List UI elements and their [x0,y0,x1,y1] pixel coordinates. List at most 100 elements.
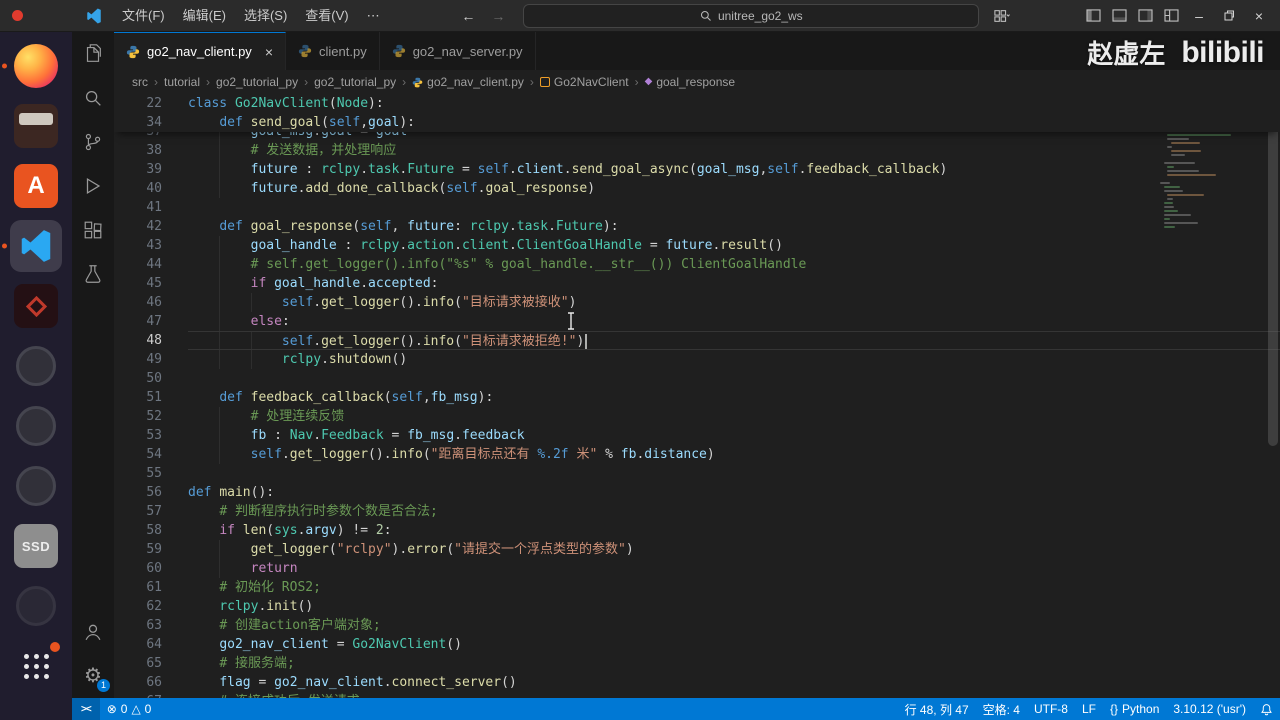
dock-item-app7[interactable] [10,400,62,452]
code-line[interactable]: 39 future : rclpy.task.Future = self.cli… [114,160,1280,179]
code-line[interactable]: 47 else: [114,312,1280,331]
eol-indicator[interactable]: LF [1075,698,1103,720]
dock-item-app2[interactable] [10,100,62,152]
menu-more[interactable]: ⋯ [358,5,389,27]
dock-item-app5[interactable] [10,280,62,332]
run-debug-icon[interactable] [72,164,114,208]
close-button[interactable]: × [1244,0,1274,32]
code-line[interactable]: 52 # 处理连续反馈 [114,407,1280,426]
ubuntu-software-icon: A [14,164,58,208]
breadcrumb-pkg2[interactable]: go2_tutorial_py [314,75,396,89]
close-tab-icon[interactable]: × [265,44,273,60]
breadcrumb-method[interactable]: ◆ goal_response [645,75,735,89]
dock-item-software-center[interactable]: A [10,160,62,212]
code-line[interactable]: 58 if len(sys.argv) != 2: [114,521,1280,540]
code-line[interactable]: 64 go2_nav_client = Go2NavClient() [114,635,1280,654]
tab-go2-nav-client[interactable]: go2_nav_client.py × [114,32,286,70]
test-beaker-icon[interactable] [72,252,114,296]
code-line[interactable]: 54 self.get_logger().info("距离目标点还有 %.2f … [114,445,1280,464]
code-line[interactable]: 44 # self.get_logger().info("%s" % goal_… [114,255,1280,274]
breadcrumb-file[interactable]: go2_nav_client.py [412,75,524,89]
code-line[interactable]: 53 fb : Nav.Feedback = fb_msg.feedback [114,426,1280,445]
toggle-primary-sidebar-icon[interactable] [1080,5,1106,27]
code-line[interactable]: 55 [114,464,1280,483]
minimize-button[interactable]: – [1184,0,1214,32]
encoding-indicator[interactable]: UTF-8 [1027,698,1075,720]
code-line[interactable]: 43 goal_handle : rclpy.action.client.Cli… [114,236,1280,255]
account-icon[interactable] [72,610,114,654]
menu-view[interactable]: 查看(V) [296,5,357,27]
language-mode[interactable]: {} Python [1103,698,1166,720]
code-line[interactable]: 50 [114,369,1280,388]
recording-indicator-dot [12,10,23,21]
braces-icon: {} [1110,702,1119,716]
code-line[interactable]: 41 [114,198,1280,217]
menu-edit[interactable]: 编辑(E) [174,5,235,27]
code-line[interactable]: 40 future.add_done_callback(self.goal_re… [114,179,1280,198]
remote-indicator[interactable]: >< [72,698,100,720]
source-control-icon[interactable] [72,120,114,164]
grid-dropdown-icon[interactable] [989,5,1015,27]
code-line[interactable]: 51 def feedback_callback(self,fb_msg): [114,388,1280,407]
dock-item-firefox[interactable] [2,40,62,92]
back-button[interactable]: ← [453,8,483,24]
tab-go2-nav-server[interactable]: go2_nav_server.py [379,32,536,70]
code-line[interactable]: 56 def main(): [114,483,1280,502]
code-editor[interactable]: 37 goal_msg.goal = goal38 # 发送数据，并处理响应39… [114,94,1280,698]
code-line[interactable]: 63 # 创建action客户端对象; [114,616,1280,635]
dock-item-app10[interactable] [10,580,62,632]
toggle-secondary-sidebar-icon[interactable] [1132,5,1158,27]
dock-item-app6[interactable] [10,340,62,392]
code-line[interactable]: 65 # 接服务端; [114,654,1280,673]
breadcrumb-src[interactable]: src [132,75,148,89]
menu-selection[interactable]: 选择(S) [235,5,296,27]
dock-item-app-grid[interactable] [10,640,62,692]
settings-gear-icon[interactable]: ⚙ 1 [72,654,114,698]
code-line[interactable]: 22 class Go2NavClient(Node): [114,94,1280,113]
toggle-panel-icon[interactable] [1106,5,1132,27]
ssd-drive-icon: SSD [14,524,58,568]
code-line[interactable]: 59 get_logger("rclpy").error("请提交一个浮点类型的… [114,540,1280,559]
breadcrumb-class[interactable]: Go2NavClient [539,75,629,89]
dock-item-ssd-drive[interactable]: SSD [10,520,62,572]
problems-indicator[interactable]: ⊗ 0 △ 0 [100,698,159,720]
command-center-search[interactable]: unitree_go2_ws [523,3,980,28]
code-line[interactable]: 46 self.get_logger().info("目标请求被接收") [114,293,1280,312]
code-line[interactable]: 49 rclpy.shutdown() [114,350,1280,369]
menu-file[interactable]: 文件(F) [113,5,174,27]
indentation-indicator[interactable]: 空格: 4 [976,698,1027,720]
stream-watermark: 赵虚左 bilibili [1087,34,1264,71]
code-lines[interactable]: 37 goal_msg.goal = goal38 # 发送数据，并处理响应39… [114,94,1280,698]
notifications-bell[interactable] [1253,698,1280,720]
cursor-position[interactable]: 行 48, 列 47 [898,698,976,720]
search-icon[interactable] [72,76,114,120]
code-line[interactable]: 61 # 初始化 ROS2; [114,578,1280,597]
vertical-scrollbar[interactable] [1268,98,1278,446]
restore-button[interactable] [1214,0,1244,32]
breadcrumb-tutorial[interactable]: tutorial [164,75,200,89]
code-line[interactable]: 62 rclpy.init() [114,597,1280,616]
remote-icon: >< [81,703,92,715]
sticky-scroll[interactable]: 22 class Go2NavClient(Node): 34 def send_g… [114,94,1280,132]
code-line[interactable]: 42 def goal_response(self, future: rclpy… [114,217,1280,236]
python-interpreter[interactable]: 3.10.12 ('usr') [1166,698,1253,720]
error-icon: ⊗ [106,702,117,716]
forward-button[interactable]: → [483,8,513,24]
vscode-window: ⚙ 1 go2_nav_client.py × client.py go2_na… [72,32,1280,720]
code-line[interactable]: 34 def send_goal(self,goal): [114,113,1280,132]
explorer-icon[interactable] [72,32,114,76]
firefox-icon [14,44,58,88]
extensions-icon[interactable] [72,208,114,252]
tab-client[interactable]: client.py [286,32,380,70]
vscode-logo-icon [87,8,101,23]
code-line[interactable]: 45 if goal_handle.accepted: [114,274,1280,293]
customize-layout-icon[interactable] [1158,5,1184,27]
code-line[interactable]: 57 # 判断程序执行时参数个数是否合法; [114,502,1280,521]
code-line[interactable]: 60 return [114,559,1280,578]
dock-item-app8[interactable] [10,460,62,512]
code-line[interactable]: 66 flag = go2_nav_client.connect_server(… [114,673,1280,692]
breadcrumb-pkg[interactable]: go2_tutorial_py [216,75,298,89]
code-line[interactable]: 38 # 发送数据，并处理响应 [114,141,1280,160]
dock-item-vscode[interactable] [2,220,62,272]
code-line[interactable]: 48 self.get_logger().info("目标请求被拒绝!") [114,331,1280,350]
